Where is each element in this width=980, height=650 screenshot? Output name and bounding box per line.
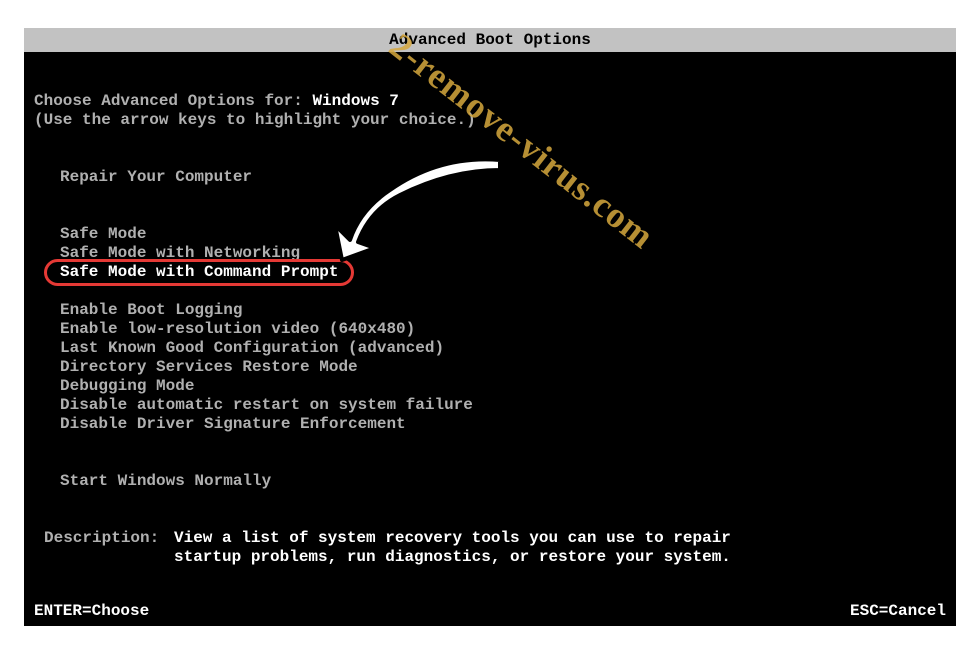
description-text: View a list of system recovery tools you…: [174, 529, 731, 567]
content-area: Choose Advanced Options for: Windows 7 (…: [24, 52, 956, 567]
footer-right: ESC=Cancel: [850, 602, 946, 620]
boot-menu: Repair Your ComputerSafe ModeSafe Mode w…: [60, 168, 946, 491]
hint-line: (Use the arrow keys to highlight your ch…: [34, 111, 946, 130]
menu-item[interactable]: Safe Mode: [60, 225, 946, 244]
choose-label: Choose Advanced Options for:: [34, 92, 312, 110]
menu-gap: [60, 187, 946, 225]
menu-item[interactable]: Safe Mode with Networking: [60, 244, 946, 263]
footer-bar: ENTER=Choose ESC=Cancel: [24, 598, 956, 626]
menu-item[interactable]: Safe Mode with Command Prompt: [60, 263, 946, 282]
menu-item[interactable]: Directory Services Restore Mode: [60, 358, 946, 377]
menu-item[interactable]: Enable low-resolution video (640x480): [60, 320, 946, 339]
menu-item[interactable]: Disable automatic restart on system fail…: [60, 396, 946, 415]
menu-item[interactable]: Enable Boot Logging: [60, 301, 946, 320]
footer-left: ENTER=Choose: [34, 602, 149, 620]
menu-gap: [60, 434, 946, 472]
menu-item[interactable]: Last Known Good Configuration (advanced): [60, 339, 946, 358]
description-block: Description:View a list of system recove…: [44, 529, 946, 567]
highlighted-option[interactable]: Safe Mode with Command Prompt: [60, 263, 338, 282]
description-label: Description:: [44, 529, 174, 548]
menu-item[interactable]: Start Windows Normally: [60, 472, 946, 491]
title-bar: Advanced Boot Options: [24, 28, 956, 52]
title-text: Advanced Boot Options: [389, 31, 591, 49]
choose-line: Choose Advanced Options for: Windows 7: [34, 92, 946, 111]
menu-gap: [60, 282, 946, 301]
menu-item[interactable]: Repair Your Computer: [60, 168, 946, 187]
boot-screen: Advanced Boot Options Choose Advanced Op…: [24, 28, 956, 626]
os-name: Windows 7: [312, 92, 398, 110]
menu-item[interactable]: Debugging Mode: [60, 377, 946, 396]
menu-item[interactable]: Disable Driver Signature Enforcement: [60, 415, 946, 434]
